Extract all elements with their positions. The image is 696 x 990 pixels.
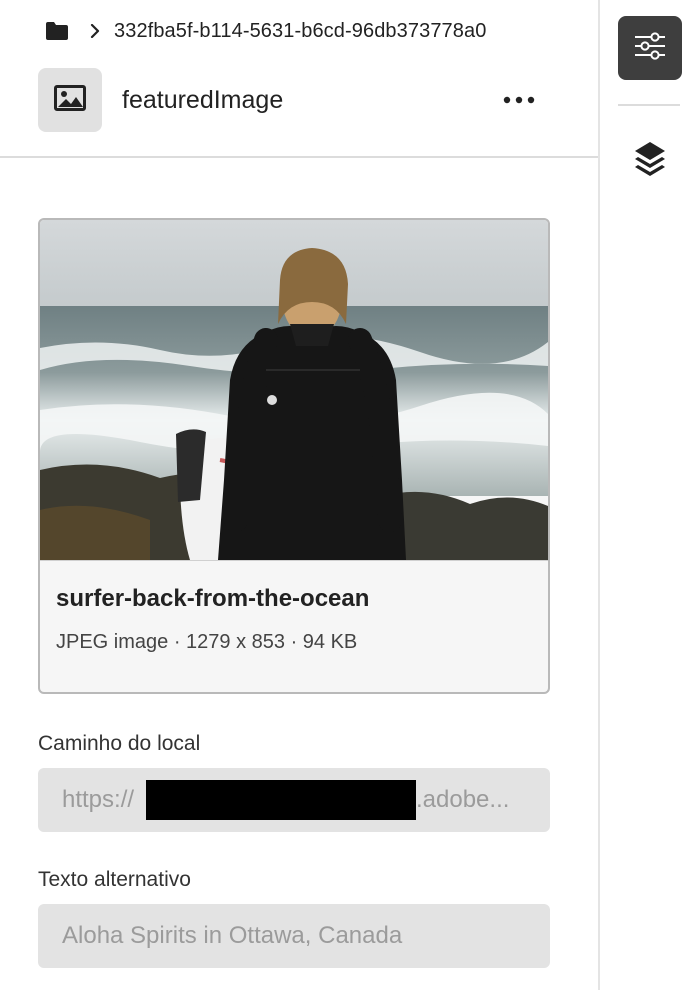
component-type-tile <box>38 68 102 132</box>
more-button[interactable] <box>500 84 538 116</box>
sliders-icon <box>633 31 667 66</box>
location-path-label: Caminho do local <box>38 732 201 755</box>
image-icon <box>54 84 86 116</box>
alt-text-value: Aloha Spirits in Ottawa, Canada <box>62 922 403 949</box>
layers-button[interactable] <box>618 128 682 192</box>
header-divider <box>0 156 598 158</box>
location-path-value-end: .adobe... <box>416 786 510 813</box>
location-path-field[interactable]: https:// .adobe... <box>38 768 550 832</box>
asset-preview-image <box>40 220 548 560</box>
asset-title: surfer-back-from-the-ocean <box>56 585 370 612</box>
component-name: featuredImage <box>122 85 284 114</box>
right-rail <box>598 0 696 990</box>
alt-text-label: Texto alternativo <box>38 868 191 891</box>
folder-icon[interactable] <box>46 21 70 41</box>
properties-button[interactable] <box>618 16 682 80</box>
asset-meta: surfer-back-from-the-ocean JPEG image · … <box>40 560 548 692</box>
location-path-value-start: https:// <box>62 786 135 813</box>
alt-text-field[interactable]: Aloha Spirits in Ottawa, Canada <box>38 904 550 968</box>
redaction-block <box>146 780 416 820</box>
chevron-right-icon <box>90 21 104 41</box>
component-header: featuredImage <box>38 68 558 132</box>
asset-details: JPEG image · 1279 x 853 · 94 KB <box>56 631 358 653</box>
more-icon <box>503 91 535 109</box>
rail-divider <box>618 104 680 106</box>
asset-card[interactable]: surfer-back-from-the-ocean JPEG image · … <box>38 218 550 694</box>
breadcrumb: 332fba5f-b114-5631-b6cd-96db373778a0 <box>46 18 486 44</box>
layers-icon <box>633 140 667 181</box>
breadcrumb-path[interactable]: 332fba5f-b114-5631-b6cd-96db373778a0 <box>114 20 486 43</box>
